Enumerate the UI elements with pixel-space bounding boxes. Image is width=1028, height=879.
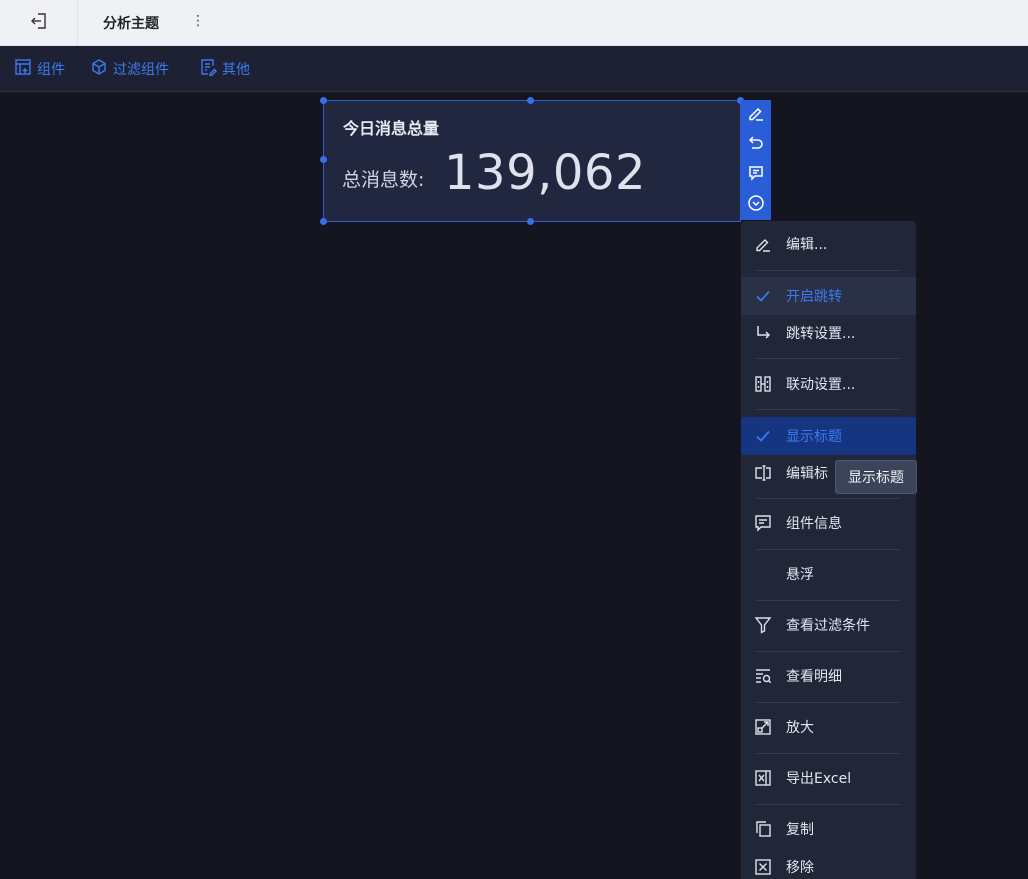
resize-handle-left[interactable]	[320, 156, 327, 163]
menu-item-label: 开启跳转	[786, 289, 842, 305]
menu-divider	[755, 600, 901, 601]
menu-divider	[755, 409, 901, 410]
toolbar-component-label: 组件	[37, 62, 65, 78]
widget-side-toolbar	[741, 100, 771, 220]
menu-item-label: 查看过滤条件	[786, 618, 870, 634]
link-grid-icon	[753, 374, 773, 394]
kpi-widget[interactable]: 今日消息总量 总消息数: 139,062	[323, 100, 741, 222]
side-undo-button[interactable]	[741, 130, 771, 160]
menu-divider	[755, 804, 901, 805]
widget-context-menu: 编辑... 开启跳转 跳转设置... 联动设置... 显示标题 编辑标 组件信息…	[741, 221, 916, 879]
chevron-down-circle-icon	[747, 194, 765, 216]
menu-item-remove[interactable]: 移除	[741, 852, 916, 879]
menu-item-jump-settings[interactable]: 跳转设置...	[741, 318, 916, 348]
toolbar-other-button[interactable]: 其他	[199, 58, 250, 80]
menu-item-label: 编辑标	[786, 466, 828, 482]
resize-handle-bottom-left[interactable]	[320, 218, 327, 225]
menu-item-label: 放大	[786, 720, 814, 736]
menu-item-label: 复制	[786, 822, 814, 838]
filter-cube-icon	[90, 58, 108, 80]
menu-item-label: 悬浮	[786, 567, 814, 583]
menu-item-edit[interactable]: 编辑...	[741, 229, 916, 259]
menu-item-label: 编辑...	[786, 237, 828, 253]
comment-icon	[747, 164, 765, 186]
title-edit-icon	[753, 463, 773, 483]
menu-item-label: 组件信息	[786, 516, 842, 532]
menu-divider	[755, 549, 901, 550]
copy-icon	[753, 819, 773, 839]
menu-item-label: 联动设置...	[786, 377, 856, 393]
exit-button[interactable]	[0, 0, 78, 46]
menu-item-show-title[interactable]: 显示标题	[741, 417, 916, 455]
toolbar-component-button[interactable]: 组件	[14, 58, 65, 80]
widget-metric-label: 总消息数:	[342, 169, 425, 191]
side-more-button[interactable]	[741, 190, 771, 220]
remove-icon	[753, 857, 773, 877]
filter-icon	[753, 615, 773, 635]
doc-edit-icon	[199, 58, 217, 80]
info-message-icon	[753, 513, 773, 533]
top-bar: 分析主题 ⋮	[0, 0, 1028, 46]
menu-item-linkage-settings[interactable]: 联动设置...	[741, 369, 916, 399]
expand-icon	[753, 717, 773, 737]
menu-item-view-details[interactable]: 查看明细	[741, 661, 916, 691]
exit-icon	[30, 12, 48, 34]
resize-handle-bottom[interactable]	[527, 218, 534, 225]
toolbar-filter-component-button[interactable]: 过滤组件	[90, 58, 169, 80]
menu-item-enable-jump[interactable]: 开启跳转	[741, 277, 916, 315]
menu-divider	[755, 270, 901, 271]
toolbar-other-label: 其他	[222, 62, 250, 78]
menu-item-label: 查看明细	[786, 669, 842, 685]
menu-item-label: 导出Excel	[786, 771, 852, 787]
tooltip: 显示标题	[835, 460, 917, 494]
side-comment-button[interactable]	[741, 160, 771, 190]
menu-item-zoom[interactable]: 放大	[741, 712, 916, 742]
menu-divider	[755, 358, 901, 359]
menu-item-label: 跳转设置...	[786, 326, 856, 342]
menu-divider	[755, 702, 901, 703]
menu-divider	[755, 651, 901, 652]
detail-search-icon	[753, 666, 773, 686]
more-vertical-icon: ⋮	[191, 13, 205, 29]
menu-item-view-filters[interactable]: 查看过滤条件	[741, 610, 916, 640]
check-icon	[753, 426, 773, 446]
page-title: 分析主题	[103, 16, 159, 32]
check-icon	[753, 286, 773, 306]
widget-metric-value: 139,062	[444, 145, 646, 201]
more-menu-button[interactable]: ⋮	[188, 10, 208, 32]
menu-item-component-info[interactable]: 组件信息	[741, 508, 916, 538]
menu-divider	[755, 753, 901, 754]
arrow-turn-icon	[753, 323, 773, 343]
toolbar-filter-component-label: 过滤组件	[113, 62, 169, 78]
resize-handle-top-left[interactable]	[320, 97, 327, 104]
edit-icon	[747, 104, 765, 126]
side-edit-button[interactable]	[741, 100, 771, 130]
menu-item-label: 显示标题	[786, 429, 842, 445]
menu-divider	[755, 498, 901, 499]
widget-title: 今日消息总量	[343, 119, 440, 138]
component-toolbar: 组件 过滤组件 其他	[0, 46, 1028, 92]
menu-item-export-excel[interactable]: 导出Excel	[741, 763, 916, 793]
menu-item-label: 移除	[786, 860, 814, 876]
menu-item-copy[interactable]: 复制	[741, 814, 916, 844]
resize-handle-top[interactable]	[527, 97, 534, 104]
menu-item-float[interactable]: 悬浮	[741, 559, 916, 589]
chart-add-icon	[14, 58, 32, 80]
excel-icon	[753, 768, 773, 788]
edit-icon	[753, 234, 773, 254]
undo-icon	[747, 134, 765, 156]
